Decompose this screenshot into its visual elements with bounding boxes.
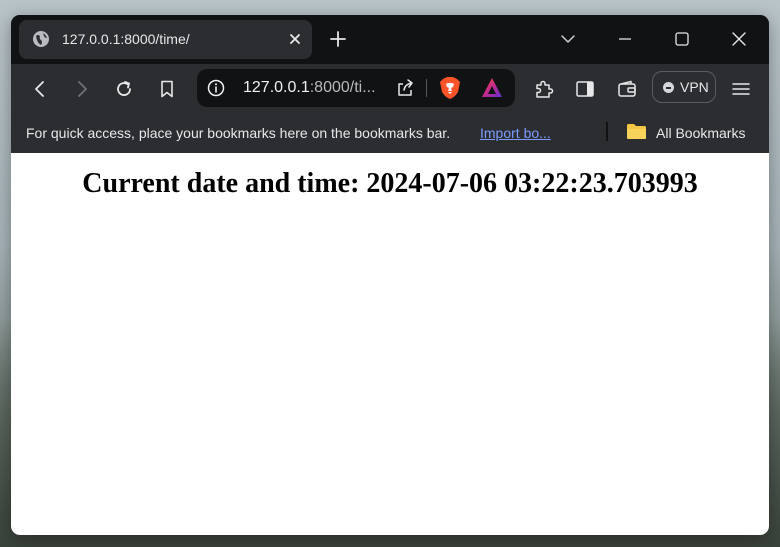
tab-active[interactable]: 127.0.0.1:8000/time/: [19, 20, 312, 59]
url-host: 127.0.0.1: [243, 79, 310, 96]
bookmark-icon[interactable]: [157, 79, 177, 99]
brave-rewards-icon[interactable]: [481, 77, 503, 99]
url-path: :8000/ti...: [309, 79, 376, 96]
tab-title: 127.0.0.1:8000/time/: [62, 31, 190, 47]
extensions-icon[interactable]: [534, 79, 554, 99]
vpn-label: VPN: [680, 79, 709, 95]
bookmarks-separator: [606, 122, 608, 141]
vpn-button[interactable]: VPN: [652, 71, 716, 103]
close-tab-icon[interactable]: [288, 32, 302, 46]
page-content: Current date and time: 2024-07-06 03:22:…: [11, 153, 769, 535]
site-info-icon[interactable]: [207, 79, 225, 97]
import-bookmarks-link[interactable]: Import bo...: [480, 125, 551, 141]
new-tab-icon[interactable]: [329, 30, 347, 48]
page-heading: Current date and time: 2024-07-06 03:22:…: [82, 168, 698, 199]
address-bar[interactable]: 127.0.0.1:8000/ti...: [197, 69, 515, 107]
bookmarks-bar: For quick access, place your bookmarks h…: [11, 115, 769, 153]
folder-icon: [626, 123, 647, 140]
close-window-icon[interactable]: [731, 31, 747, 47]
browser-window: 127.0.0.1:8000/time/ 127.0.0.1:8000/ti..…: [11, 15, 769, 535]
reload-icon[interactable]: [114, 79, 134, 99]
forward-icon[interactable]: [72, 79, 92, 99]
brave-shields-icon[interactable]: [439, 76, 461, 100]
tab-strip: 127.0.0.1:8000/time/: [11, 15, 769, 64]
globe-icon: [32, 30, 50, 48]
navigation-toolbar: 127.0.0.1:8000/ti... VPN: [11, 64, 769, 115]
tab-search-chevron-icon[interactable]: [560, 31, 576, 47]
maximize-icon[interactable]: [674, 31, 690, 47]
address-url[interactable]: 127.0.0.1:8000/ti...: [243, 79, 376, 97]
menu-icon[interactable]: [731, 79, 751, 99]
all-bookmarks-button[interactable]: All Bookmarks: [656, 125, 745, 141]
wallet-icon[interactable]: [617, 79, 637, 99]
sidebar-icon[interactable]: [575, 79, 595, 99]
share-icon[interactable]: [395, 78, 415, 98]
address-bar-divider: [426, 79, 427, 97]
bookmarks-bar-message: For quick access, place your bookmarks h…: [26, 125, 451, 141]
vpn-status-icon: [663, 82, 674, 93]
minimize-icon[interactable]: [617, 31, 633, 47]
back-icon[interactable]: [30, 79, 50, 99]
